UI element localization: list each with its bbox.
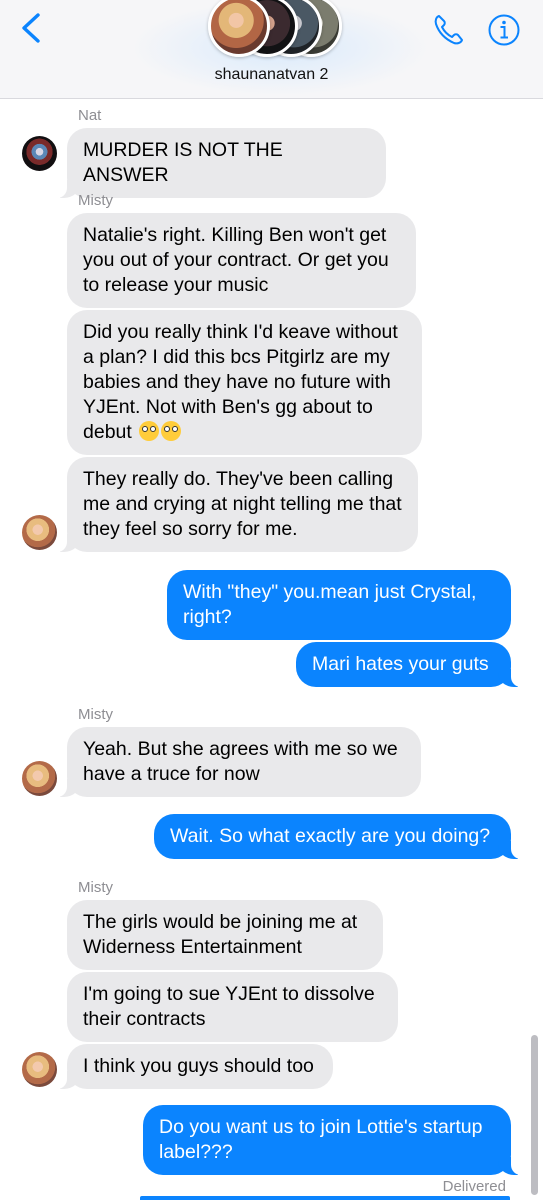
message-text: MURDER IS NOT THE ANSWER <box>83 139 283 186</box>
message-bubble[interactable]: With "they" you.mean just Crystal, right… <box>167 570 511 640</box>
phone-icon <box>434 15 463 45</box>
message-bubble[interactable]: They really do. They've been calling me … <box>57 457 418 552</box>
scrollbar-thumb[interactable] <box>531 1035 538 1195</box>
face-with-rolling-eyes-icon <box>139 421 160 441</box>
group-name[interactable]: shaunanatvan 2 <box>0 66 543 84</box>
message-bubble-partial[interactable] <box>140 1196 510 1200</box>
message-text: Natalie's right. Killing Ben won't get y… <box>83 224 389 296</box>
message-bubble[interactable]: Wait. So what exactly are you doing? <box>154 814 521 859</box>
message-bubble[interactable]: I think you guys should too <box>57 1044 333 1089</box>
sender-label: Misty <box>78 192 113 209</box>
conversation-header: shaunanatvan 2 <box>0 0 543 99</box>
message-text: Mari hates your guts <box>312 653 489 675</box>
message-text: With "they" you.mean just Crystal, right… <box>183 581 477 628</box>
sender-label: Misty <box>78 879 113 896</box>
sender-avatar[interactable] <box>22 761 57 796</box>
back-button[interactable] <box>18 12 46 44</box>
message-text: Wait. So what exactly are you doing? <box>170 825 491 847</box>
message-text: Yeah. But she agrees with me so we have … <box>83 738 398 785</box>
message-bubble[interactable]: Natalie's right. Killing Ben won't get y… <box>67 213 416 308</box>
message-bubble[interactable]: Do you want us to join Lottie's startup … <box>143 1105 521 1175</box>
sender-avatar[interactable] <box>22 1052 57 1087</box>
sender-avatar[interactable] <box>22 136 57 171</box>
sender-label: Nat <box>78 107 102 124</box>
message-bubble[interactable]: Mari hates your guts <box>296 642 521 687</box>
message-text: The girls would be joining me at Widerne… <box>83 911 358 958</box>
call-button[interactable] <box>432 12 466 48</box>
face-with-rolling-eyes-icon <box>161 421 182 441</box>
group-avatars[interactable] <box>208 0 342 57</box>
delivered-status: Delivered <box>442 1178 506 1195</box>
message-bubble[interactable]: The girls would be joining me at Widerne… <box>67 900 383 970</box>
message-text: I think you guys should too <box>83 1055 314 1077</box>
message-bubble[interactable]: Yeah. But she agrees with me so we have … <box>57 727 421 797</box>
chevron-left-icon <box>22 13 40 43</box>
message-bubble[interactable]: Did you really think I'd keave without a… <box>67 310 422 455</box>
info-button[interactable] <box>487 12 521 48</box>
message-text: Did you really think I'd keave without a… <box>83 321 398 443</box>
message-text: I'm going to sue YJEnt to dissolve their… <box>83 983 375 1030</box>
info-icon <box>488 14 520 46</box>
message-text: They really do. They've been calling me … <box>83 468 402 540</box>
sender-label: Misty <box>78 706 113 723</box>
message-bubble[interactable]: I'm going to sue YJEnt to dissolve their… <box>67 972 398 1042</box>
message-bubble[interactable]: MURDER IS NOT THE ANSWER <box>57 128 386 198</box>
message-text: Do you want us to join Lottie's startup … <box>159 1116 483 1163</box>
sender-avatar[interactable] <box>22 515 57 550</box>
